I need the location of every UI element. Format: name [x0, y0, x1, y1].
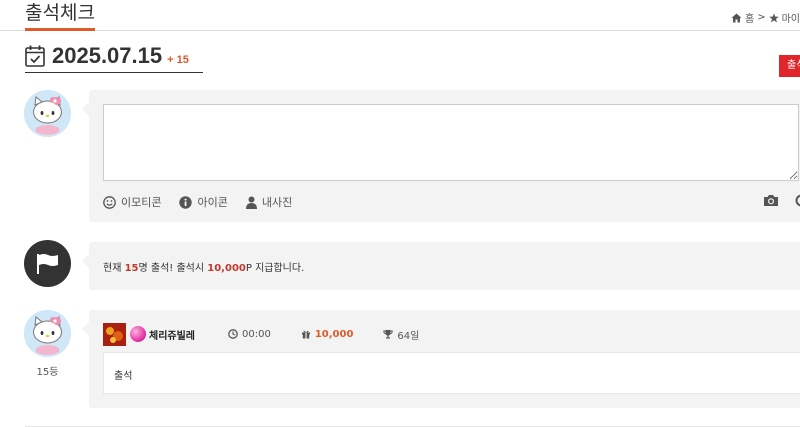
entry-header: 체리쥬빌레 00:00 10,000 64일	[103, 322, 419, 346]
entry-time: 00:00	[228, 329, 271, 340]
notice-count: 15	[124, 263, 139, 274]
hello-kitty-avatar-image	[24, 90, 71, 137]
composer-toolbar: 이모티콘 아이콘 내사진	[103, 194, 292, 210]
date-heading: 2025.07.15 + 15	[25, 44, 203, 73]
notice-points: 10,000	[207, 263, 246, 274]
info-icon	[179, 195, 193, 209]
icon-label: 아이콘	[197, 196, 228, 209]
attend-button[interactable]: 출석	[779, 55, 800, 77]
comment-input[interactable]	[103, 104, 799, 181]
gift-icon	[301, 330, 310, 339]
notice-avatar	[24, 240, 71, 287]
breadcrumb-home[interactable]: 홈	[745, 10, 754, 25]
emoticon-button[interactable]: 이모티콘	[103, 194, 161, 210]
title-underline	[25, 28, 95, 31]
breadcrumb-separator: >	[757, 12, 766, 23]
emoticon-label: 이모티콘	[121, 196, 162, 209]
attendance-entry: 체리쥬빌레 00:00 10,000 64일 출석	[82, 310, 800, 408]
attendance-date: 2025.07.15	[52, 43, 163, 68]
entry-rank: 15등	[36, 367, 59, 378]
entry-message: 출석	[103, 352, 800, 394]
star-icon	[768, 12, 779, 22]
settings-icon[interactable]	[795, 194, 800, 207]
avatar	[24, 90, 71, 137]
level-badge-image	[103, 322, 126, 346]
attendance-notice: 현재 15명 출석! 출석시 10,000P 지급합니다.	[82, 242, 800, 290]
entry-avatar	[24, 310, 71, 357]
page-header: 출석체크 홈 > 마이	[0, 0, 800, 31]
user-icon	[245, 196, 257, 209]
trophy-icon	[383, 330, 394, 339]
member-level-icon	[130, 326, 146, 342]
clock-icon	[228, 329, 238, 339]
notice-middle: 명 출석! 출석시	[138, 263, 208, 274]
entry-days-value: 64일	[397, 330, 420, 342]
breadcrumb: 홈 > 마이	[731, 10, 800, 25]
breadcrumb-current[interactable]: 마이	[782, 10, 800, 25]
my-photo-button[interactable]: 내사진	[245, 194, 293, 210]
notice-text: 현재 15명 출석! 출석시 10,000P 지급합니다.	[103, 259, 304, 274]
attendance-count: + 15	[167, 54, 189, 66]
notice-suffix: P 지급합니다.	[245, 263, 305, 274]
calendar-check-icon	[25, 45, 45, 67]
entry-points: 10,000	[301, 328, 354, 340]
icon-button[interactable]: 아이콘	[179, 194, 228, 210]
smile-icon	[103, 195, 116, 209]
hello-kitty-avatar-image	[24, 310, 71, 357]
camera-icon[interactable]	[763, 194, 779, 207]
notice-prefix: 현재	[103, 263, 125, 274]
my-photo-label: 내사진	[261, 196, 293, 209]
page-title: 출석체크	[25, 2, 95, 24]
member-nickname[interactable]: 체리쥬빌레	[149, 327, 195, 342]
home-icon[interactable]	[731, 13, 742, 23]
entry-points-value: 10,000	[314, 328, 354, 340]
entry-time-value: 00:00	[242, 328, 271, 340]
entry-days: 64일	[383, 327, 419, 342]
flag-icon	[37, 254, 58, 274]
comment-composer: 이모티콘 아이콘 내사진	[82, 90, 800, 222]
